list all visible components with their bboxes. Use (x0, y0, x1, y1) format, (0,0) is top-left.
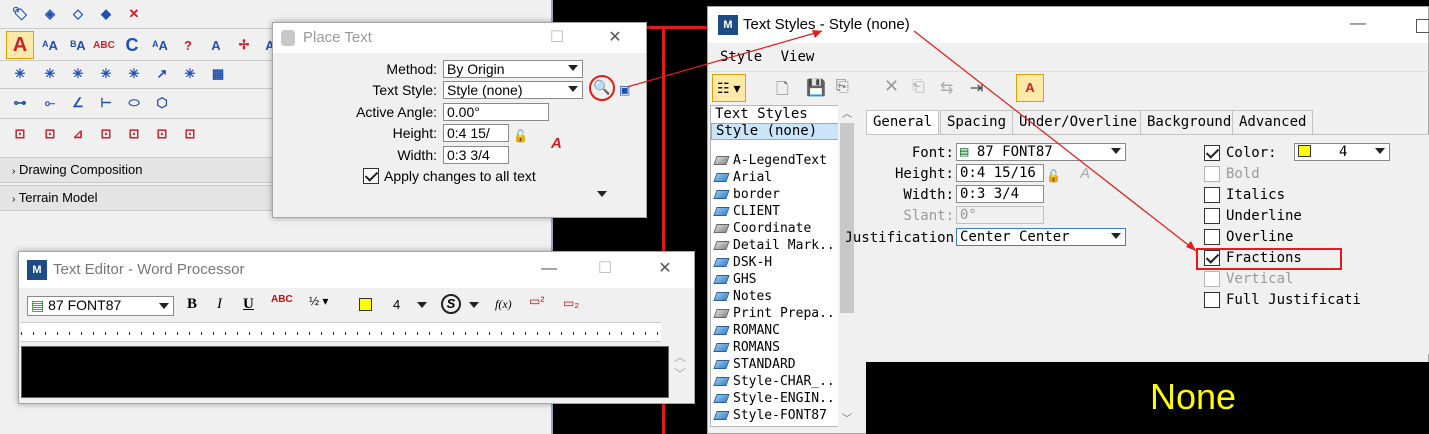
arrowhead (1186, 241, 1196, 251)
arrowhead (812, 30, 822, 38)
arrow-to-fractions (913, 30, 1197, 252)
arrow-to-title (626, 30, 823, 88)
annotation-arrows (626, 30, 1197, 252)
